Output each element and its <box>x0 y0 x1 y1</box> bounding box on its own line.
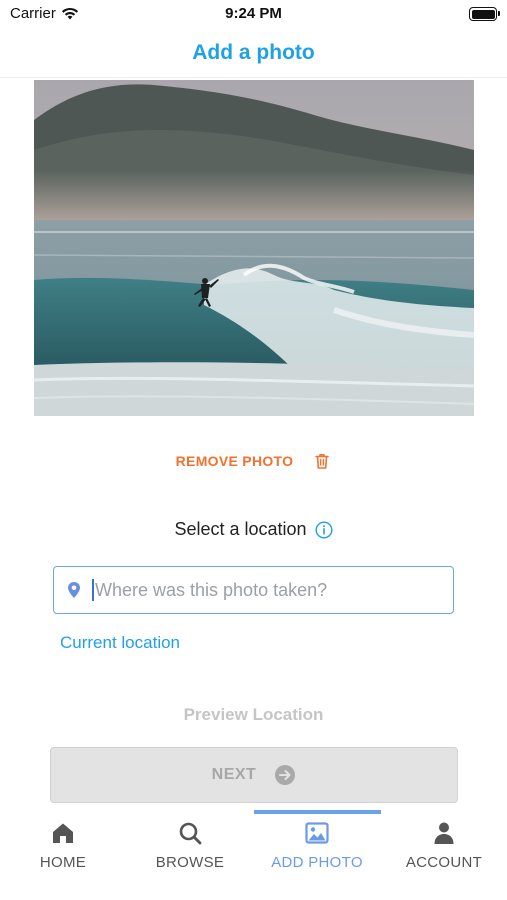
page-title: Add a photo <box>192 41 315 64</box>
arrow-right-circle-icon <box>275 765 296 785</box>
tab-bar: HOME BROWSE ADD PHOTO ACCOUNT <box>0 808 507 900</box>
location-heading: Select a location <box>0 519 507 540</box>
tab-account-label: ACCOUNT <box>405 854 483 871</box>
tab-home[interactable]: HOME <box>0 820 126 890</box>
next-button[interactable]: NEXT <box>50 747 458 803</box>
home-icon <box>53 823 73 843</box>
person-icon <box>434 822 454 844</box>
info-icon[interactable] <box>315 520 333 539</box>
next-button-label: NEXT <box>211 766 257 783</box>
remove-photo-button[interactable]: REMOVE PHOTO <box>176 453 294 469</box>
location-pin-icon <box>68 582 80 598</box>
text-caret <box>92 579 94 601</box>
active-tab-indicator <box>254 810 381 814</box>
battery-icon <box>469 7 500 21</box>
tab-browse-label: BROWSE <box>155 854 225 871</box>
current-location-link[interactable]: Current location <box>60 633 180 653</box>
location-input-placeholder: Where was this photo taken? <box>95 579 328 600</box>
tab-add-photo[interactable]: ADD PHOTO <box>254 820 380 890</box>
location-heading-text: Select a location <box>174 519 307 539</box>
preview-location-button[interactable]: Preview Location <box>0 705 507 725</box>
tab-home-label: HOME <box>39 854 87 871</box>
location-search-input[interactable]: Where was this photo taken? <box>53 566 454 614</box>
tab-add-photo-label: ADD PHOTO <box>271 854 363 871</box>
remove-photo-row: REMOVE PHOTO <box>0 452 507 470</box>
surfer-photo-image <box>34 80 474 416</box>
status-time: 9:24 PM <box>225 5 282 22</box>
search-icon <box>179 822 202 845</box>
tab-browse[interactable]: BROWSE <box>127 820 253 890</box>
image-icon <box>305 822 329 844</box>
selected-photo <box>34 80 474 416</box>
nav-header: Add a photo <box>0 30 507 78</box>
trash-icon[interactable] <box>313 452 331 470</box>
tab-account[interactable]: ACCOUNT <box>381 820 507 890</box>
status-bar: Carrier 9:24 PM <box>0 0 507 30</box>
